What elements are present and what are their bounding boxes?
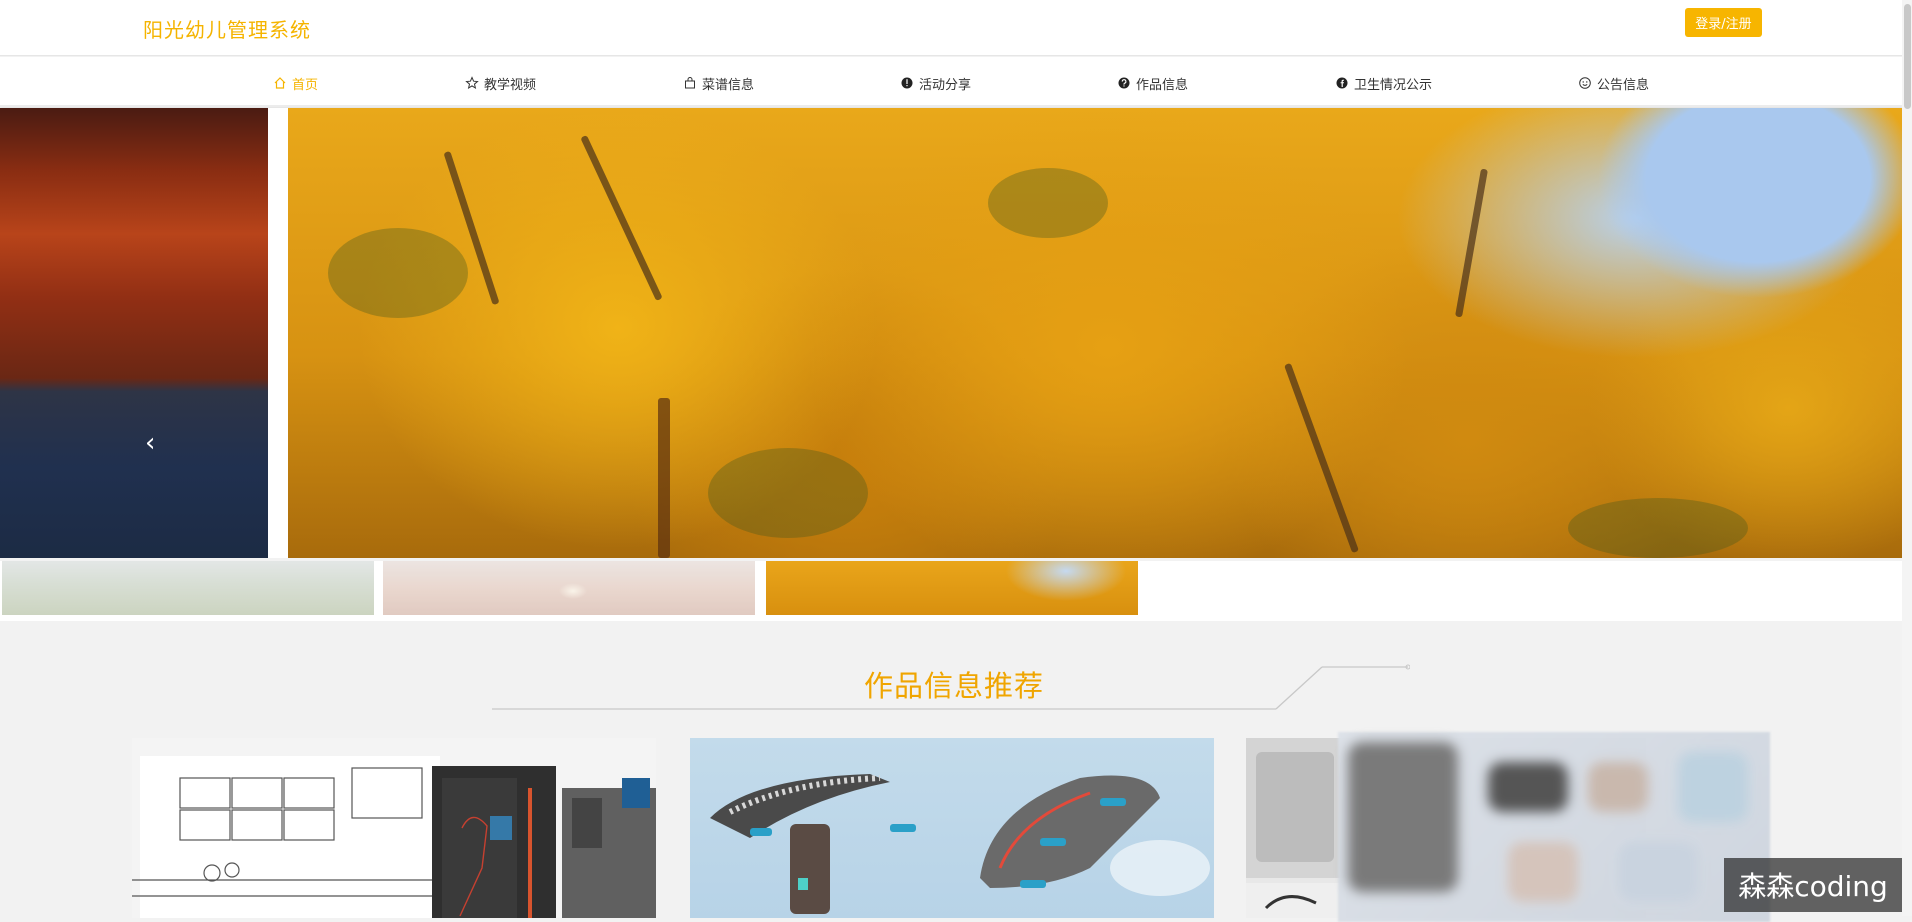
site-title[interactable]: 阳光幼儿管理系统 <box>143 14 311 43</box>
nav-item-activity-share[interactable]: 活动分享 <box>900 73 971 93</box>
nav-item-label: 卫生情况公示 <box>1354 77 1433 93</box>
work-card[interactable] <box>690 738 1214 918</box>
nav-item-teaching-videos[interactable]: 教学视频 <box>465 73 536 93</box>
chevron-left-icon[interactable]: ‹ <box>145 430 155 456</box>
home-icon <box>274 77 286 89</box>
nav-item-label: 首页 <box>292 77 319 93</box>
thumbnail-autumn-trees[interactable] <box>766 561 1138 615</box>
star-icon <box>465 76 479 90</box>
nav-item-announcements[interactable]: 公告信息 <box>1578 73 1649 93</box>
slide-sunset-image <box>0 108 268 558</box>
nav-item-recipes[interactable]: 菜谱信息 <box>683 73 754 93</box>
nav-item-home[interactable]: 首页 <box>273 73 318 93</box>
info-circle-icon <box>901 77 913 89</box>
page-scrollbar[interactable] <box>1902 0 1912 916</box>
nav-item-hygiene[interactable]: 卫生情况公示 <box>1335 73 1432 93</box>
bag-icon <box>685 77 695 89</box>
thumbnail-sunset[interactable] <box>383 561 755 615</box>
nav-item-label: 公告信息 <box>1597 77 1650 93</box>
nav-item-works[interactable]: 作品信息 <box>1117 73 1188 93</box>
section-title: 作品信息推荐 <box>864 669 1045 703</box>
iron-product-image <box>710 774 1210 914</box>
facebook-icon <box>1336 77 1348 89</box>
face-icon <box>1579 77 1591 89</box>
nav-item-label: 活动分享 <box>919 77 972 93</box>
nav-item-label: 教学视频 <box>484 77 537 93</box>
nav-item-label: 菜谱信息 <box>702 77 755 93</box>
kitchen-sketch-image <box>132 756 656 918</box>
carousel-thumbnails <box>0 561 1902 621</box>
scrollbar-thumb[interactable] <box>1904 4 1911 109</box>
slide-autumn-trees-image <box>288 108 1902 558</box>
blurred-card-overlay <box>1338 732 1770 922</box>
work-card[interactable] <box>132 738 656 918</box>
help-circle-icon <box>1118 77 1130 89</box>
main-nav: 首页 教学视频 菜谱信息 活动分享 作品信息 卫生情况公示 公告信息 <box>0 57 1912 107</box>
top-header: 阳光幼儿管理系统 登录/注册 <box>0 0 1912 56</box>
watermark: 森森coding <box>1724 858 1902 912</box>
login-register-button[interactable]: 登录/注册 <box>1685 8 1762 37</box>
banner-carousel[interactable]: ‹ <box>0 108 1902 558</box>
thumbnail-mountain[interactable] <box>2 561 374 615</box>
nav-item-label: 作品信息 <box>1136 77 1189 93</box>
